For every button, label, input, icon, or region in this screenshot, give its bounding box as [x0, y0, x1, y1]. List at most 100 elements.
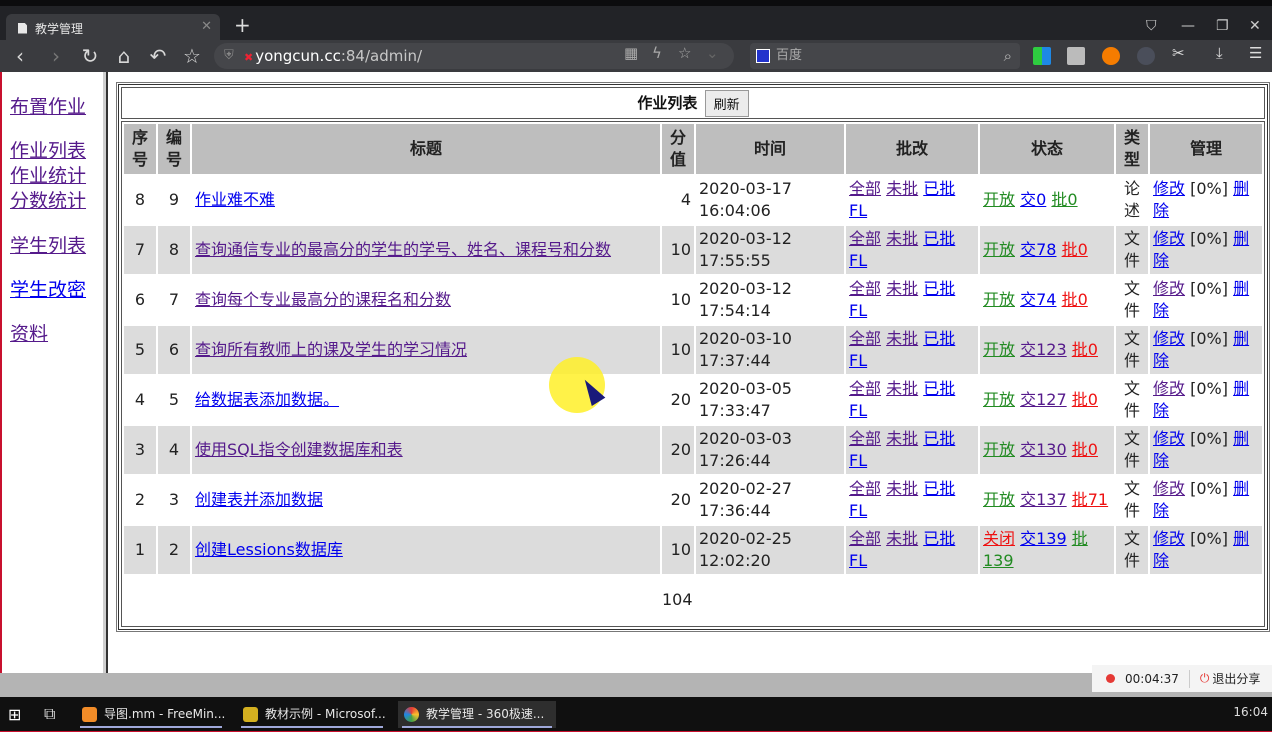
- submitted-count-link[interactable]: 交74: [1020, 290, 1056, 309]
- search-box[interactable]: 百度 ⌕: [750, 43, 1020, 69]
- grade-fl-link[interactable]: FL: [849, 201, 867, 220]
- grade-fl-link[interactable]: FL: [849, 551, 867, 570]
- state-toggle-link[interactable]: 开放: [983, 490, 1015, 509]
- sidebar-item-student-password[interactable]: 学生改密: [10, 275, 86, 302]
- extension-icon[interactable]: [1102, 47, 1120, 65]
- submitted-count-link[interactable]: 交127: [1020, 390, 1067, 409]
- grade-fl-link[interactable]: FL: [849, 251, 867, 270]
- user-icon[interactable]: [1137, 47, 1155, 65]
- reload-icon[interactable]: ↻: [78, 44, 102, 68]
- sidebar-item-homework-list[interactable]: 作业列表: [10, 136, 86, 163]
- edit-link[interactable]: 修改: [1153, 329, 1185, 348]
- bookmark-star-icon[interactable]: ☆: [180, 44, 204, 68]
- windows-start-icon[interactable]: ⊞: [8, 705, 21, 724]
- submitted-count-link[interactable]: 交137: [1020, 490, 1067, 509]
- home-icon[interactable]: ⌂: [112, 44, 136, 68]
- edit-link[interactable]: 修改: [1153, 379, 1185, 398]
- grade-fl-link[interactable]: FL: [849, 451, 867, 470]
- sidebar-item-homework-stats[interactable]: 作业统计: [10, 161, 86, 188]
- grade-pending-link[interactable]: 未批: [886, 529, 918, 548]
- taskbar-item-freemind[interactable]: 导图.mm - FreeMin...: [76, 701, 226, 728]
- grade-pending-link[interactable]: 未批: [886, 229, 918, 248]
- grade-done-link[interactable]: 已批: [923, 179, 955, 198]
- apps-icon[interactable]: [1033, 47, 1051, 65]
- sidebar-item-materials[interactable]: 资料: [10, 319, 48, 346]
- graded-count-link[interactable]: 批0: [1051, 190, 1077, 209]
- grade-fl-link[interactable]: FL: [849, 501, 867, 520]
- grade-all-link[interactable]: 全部: [849, 179, 881, 198]
- back-icon[interactable]: ‹: [8, 44, 32, 68]
- restore-icon[interactable]: ❐: [1216, 18, 1229, 34]
- grade-done-link[interactable]: 已批: [923, 229, 955, 248]
- graded-count-link[interactable]: 批0: [1062, 290, 1088, 309]
- grade-all-link[interactable]: 全部: [849, 329, 881, 348]
- favorite-icon[interactable]: ☆: [678, 44, 691, 62]
- grade-all-link[interactable]: 全部: [849, 479, 881, 498]
- grade-pending-link[interactable]: 未批: [886, 479, 918, 498]
- refresh-button[interactable]: 刷新: [704, 89, 749, 117]
- new-tab-icon[interactable]: +: [234, 15, 251, 35]
- edit-link[interactable]: 修改: [1153, 529, 1185, 548]
- grade-done-link[interactable]: 已批: [923, 529, 955, 548]
- grade-pending-link[interactable]: 未批: [886, 279, 918, 298]
- edit-link[interactable]: 修改: [1153, 479, 1185, 498]
- grade-done-link[interactable]: 已批: [923, 379, 955, 398]
- state-toggle-link[interactable]: 开放: [983, 290, 1015, 309]
- grade-all-link[interactable]: 全部: [849, 529, 881, 548]
- exit-share-button[interactable]: 退出分享: [1212, 670, 1260, 687]
- taskbar-item-access[interactable]: 教材示例 - Microsof...: [237, 701, 387, 728]
- grade-pending-link[interactable]: 未批: [886, 429, 918, 448]
- sidebar-item-assign[interactable]: 布置作业: [10, 92, 86, 119]
- submitted-count-link[interactable]: 交123: [1020, 340, 1067, 359]
- menu-icon[interactable]: ☰: [1249, 44, 1262, 62]
- scissors-icon[interactable]: ✂: [1172, 44, 1185, 62]
- taskbar-item-browser[interactable]: 教学管理 - 360极速...: [398, 701, 556, 728]
- grade-all-link[interactable]: 全部: [849, 379, 881, 398]
- state-toggle-link[interactable]: 开放: [983, 240, 1015, 259]
- graded-count-link[interactable]: 批71: [1072, 490, 1108, 509]
- lightning-icon[interactable]: ϟ: [652, 44, 662, 62]
- submitted-count-link[interactable]: 交0: [1020, 190, 1046, 209]
- grade-fl-link[interactable]: FL: [849, 351, 867, 370]
- grade-all-link[interactable]: 全部: [849, 229, 881, 248]
- edit-link[interactable]: 修改: [1153, 279, 1185, 298]
- browser-tab[interactable]: 教学管理 ✕: [6, 14, 220, 42]
- edit-link[interactable]: 修改: [1153, 229, 1185, 248]
- state-toggle-link[interactable]: 关闭: [983, 529, 1015, 548]
- submitted-count-link[interactable]: 交139: [1020, 529, 1067, 548]
- submitted-count-link[interactable]: 交78: [1020, 240, 1056, 259]
- state-toggle-link[interactable]: 开放: [983, 190, 1015, 209]
- window-close-icon[interactable]: ✕: [1249, 18, 1261, 34]
- grade-fl-link[interactable]: FL: [849, 301, 867, 320]
- grade-pending-link[interactable]: 未批: [886, 179, 918, 198]
- task-view-icon[interactable]: ⧉: [44, 704, 55, 724]
- graded-count-link[interactable]: 批0: [1062, 240, 1088, 259]
- grade-done-link[interactable]: 已批: [923, 279, 955, 298]
- frame-divider[interactable]: [103, 72, 108, 673]
- homework-title-link[interactable]: 创建表并添加数据: [195, 490, 323, 509]
- tab-close-icon[interactable]: ✕: [201, 19, 212, 34]
- edit-link[interactable]: 修改: [1153, 429, 1185, 448]
- edit-link[interactable]: 修改: [1153, 179, 1185, 198]
- grade-all-link[interactable]: 全部: [849, 279, 881, 298]
- grade-pending-link[interactable]: 未批: [886, 329, 918, 348]
- skin-icon[interactable]: ⛉: [1146, 18, 1157, 34]
- graded-count-link[interactable]: 批0: [1072, 390, 1098, 409]
- homework-title-link[interactable]: 查询每个专业最高分的课程名和分数: [195, 290, 451, 309]
- homework-title-link[interactable]: 给数据表添加数据。: [195, 390, 339, 409]
- homework-title-link[interactable]: 作业难不难: [195, 190, 275, 209]
- graded-count-link[interactable]: 批0: [1072, 440, 1098, 459]
- power-icon[interactable]: ⏻: [1200, 671, 1210, 686]
- search-ext-icon[interactable]: [1067, 47, 1085, 65]
- homework-title-link[interactable]: 查询所有教师上的课及学生的学习情况: [195, 340, 467, 359]
- grade-done-link[interactable]: 已批: [923, 479, 955, 498]
- homework-title-link[interactable]: 使用SQL指令创建数据库和表: [195, 440, 403, 459]
- download-icon[interactable]: ⤓: [1216, 44, 1223, 62]
- grade-pending-link[interactable]: 未批: [886, 379, 918, 398]
- homework-title-link[interactable]: 创建Lessions数据库: [195, 540, 343, 559]
- grade-done-link[interactable]: 已批: [923, 429, 955, 448]
- grade-done-link[interactable]: 已批: [923, 329, 955, 348]
- state-toggle-link[interactable]: 开放: [983, 390, 1015, 409]
- grade-all-link[interactable]: 全部: [849, 429, 881, 448]
- sidebar-item-score-stats[interactable]: 分数统计: [10, 186, 86, 213]
